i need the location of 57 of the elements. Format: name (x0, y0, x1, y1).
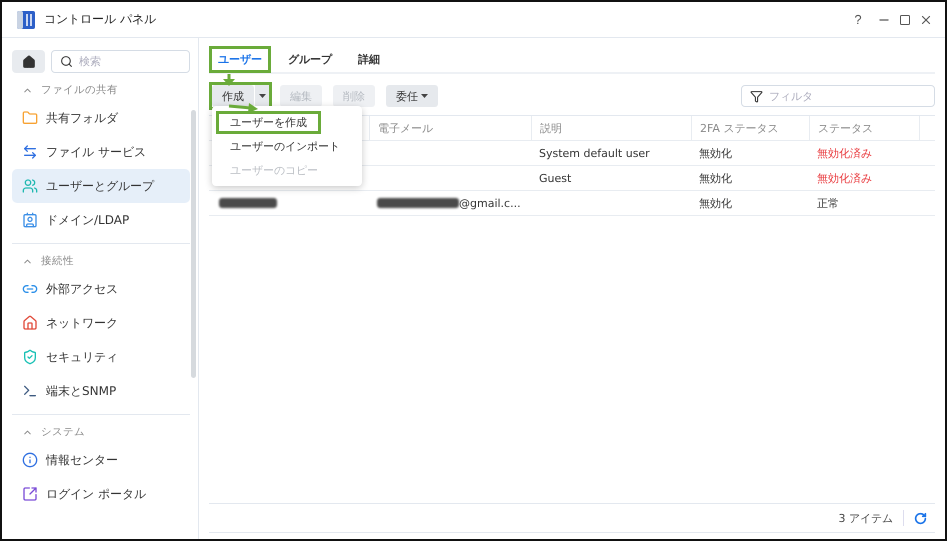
sidebar-item[interactable]: 情報センター (12, 443, 190, 477)
info-icon (22, 452, 38, 468)
table-cell: 無効化 (699, 196, 732, 210)
sidebar-item[interactable]: 外部アクセス (12, 272, 190, 306)
status-text: 無効化済み (817, 170, 872, 186)
sidebar-item[interactable]: セキュリティ (12, 340, 190, 374)
help-button[interactable]: ? (847, 11, 869, 28)
email-text: @gmail.c... (459, 196, 521, 210)
sidebar-item[interactable]: ユーザーとグループ (12, 169, 190, 203)
item-count: 3 アイテム (838, 510, 893, 526)
sidebar-item[interactable]: ネットワーク (12, 306, 190, 340)
users-icon (22, 178, 38, 194)
column-header[interactable]: 説明 (531, 116, 691, 140)
sidebar-item[interactable]: ドメイン/LDAP (12, 203, 190, 237)
sidebar-item[interactable]: 共有フォルダ (12, 101, 190, 135)
maximize-icon[interactable] (899, 14, 911, 26)
table-cell: System default user (539, 146, 650, 160)
window-title: コントロール パネル (44, 11, 157, 28)
terminal-icon (22, 383, 38, 399)
search-icon (60, 55, 73, 68)
folder-icon (22, 110, 38, 126)
shield-icon (22, 349, 38, 365)
section-title: システム (41, 425, 85, 439)
menu-item[interactable]: ユーザーを作成 (219, 114, 318, 130)
app-icon (16, 10, 36, 30)
section-title: 接続性 (41, 254, 74, 268)
external-link-icon (22, 486, 38, 502)
status-text: 無効化済み (817, 146, 872, 160)
home-button[interactable] (12, 50, 45, 73)
filter-icon (750, 90, 763, 102)
column-header[interactable]: ステータス (809, 116, 919, 140)
table-cell: 無効化 (699, 170, 732, 186)
status-text: 正常 (817, 196, 839, 210)
tab[interactable]: ユーザー (213, 50, 267, 68)
house-icon (22, 315, 38, 331)
dropdown-button[interactable] (255, 85, 269, 107)
sidebar-item[interactable]: ログイン ポータル (12, 477, 190, 511)
refresh-icon[interactable] (914, 512, 927, 524)
caret-icon (258, 94, 266, 98)
toolbar-button[interactable]: 委任 (386, 85, 438, 107)
sidebar-item[interactable]: ファイル サービス (12, 135, 190, 169)
column-header[interactable]: 電子メール (369, 116, 531, 140)
scrollbar[interactable] (191, 110, 196, 378)
tab[interactable]: グループ (283, 50, 337, 68)
home-icon (22, 54, 36, 68)
sidebar-item[interactable]: 端末とSNMP (12, 374, 190, 408)
caret-icon (421, 94, 428, 98)
contact-card-icon (22, 212, 38, 228)
column-header[interactable]: 2FA ステータス (691, 116, 809, 140)
create-button[interactable]: 作成 (212, 85, 254, 107)
menu-item[interactable]: ユーザーのインポート (219, 138, 351, 154)
table-cell: 無効化 (699, 146, 732, 160)
table-cell: Guest (539, 172, 572, 184)
transfer-icon (22, 144, 38, 160)
section-title: ファイルの共有 (41, 83, 118, 97)
tab[interactable]: 詳細 (353, 50, 385, 68)
search-box[interactable]: 検索 (51, 50, 190, 73)
